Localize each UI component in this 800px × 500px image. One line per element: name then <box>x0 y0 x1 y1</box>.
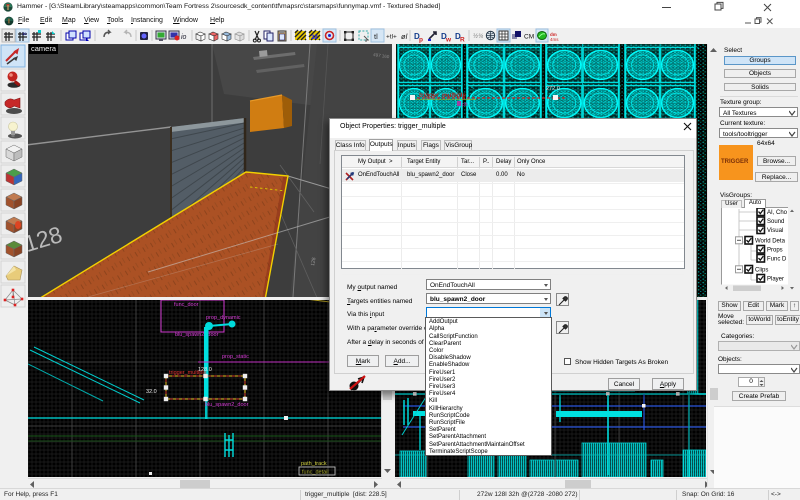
svg-text:prop_dynamic: prop_dynamic <box>206 315 241 321</box>
svg-text:ph: ph <box>462 102 468 108</box>
svg-text:10: 10 <box>22 31 27 36</box>
svg-text:p: p <box>419 37 423 44</box>
svg-text:32.0: 32.0 <box>146 389 157 395</box>
svg-text:trigger_multiple: trigger_multiple <box>419 92 466 99</box>
svg-text:func_detail: func_detail <box>302 470 329 476</box>
svg-text:AI, Cho: AI, Cho <box>767 210 788 216</box>
svg-text:w: w <box>445 37 452 44</box>
svg-text:blu_spawn2_door: blu_spawn2_door <box>175 332 219 338</box>
svg-text:Clips: Clips <box>755 268 768 274</box>
svg-text:blu_spawn2_door: blu_spawn2_door <box>205 402 249 408</box>
svg-text:272.0: 272.0 <box>546 86 560 92</box>
svg-text:func_door: func_door <box>174 302 199 308</box>
svg-text:32: 32 <box>311 35 318 41</box>
svg-text:R: R <box>460 37 465 44</box>
svg-text:Player: Player <box>767 277 784 283</box>
svg-text:Props: Props <box>767 248 783 254</box>
svg-text:trigger_multiple: trigger_multiple <box>169 370 207 376</box>
svg-text:+tl+: +tl+ <box>386 34 397 41</box>
svg-text:World Deta: World Deta <box>755 239 786 245</box>
svg-text:CM: CM <box>524 34 534 41</box>
svg-text:Func D: Func D <box>767 257 787 263</box>
svg-text:prop_static: prop_static <box>222 354 249 360</box>
svg-text:io: io <box>181 34 187 41</box>
svg-text:tl: tl <box>374 32 378 41</box>
svg-text:path_track: path_track <box>301 461 327 467</box>
svg-text:Visual: Visual <box>767 228 783 234</box>
svg-text:Sound: Sound <box>767 219 784 225</box>
svg-text:½¾: ½¾ <box>473 33 483 40</box>
svg-text:øl: øl <box>401 32 408 41</box>
svg-text:4ms: 4ms <box>550 37 559 42</box>
